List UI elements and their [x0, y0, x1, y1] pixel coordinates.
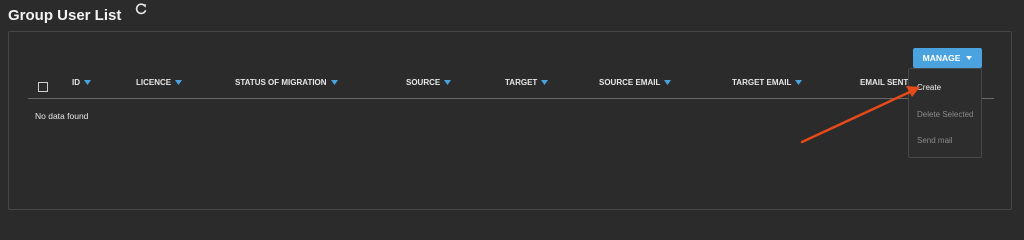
- column-header-email-sent[interactable]: EMAIL SENT: [860, 78, 908, 87]
- manage-button[interactable]: MANAGE: [913, 48, 982, 68]
- column-header-status-of-migration[interactable]: STATUS OF MIGRATION: [235, 78, 338, 87]
- column-header-label: EMAIL SENT: [860, 78, 909, 87]
- column-header-label: TARGET: [505, 78, 538, 87]
- table-header: ID LICENCE STATUS OF MIGRATION SOURCE TA…: [0, 78, 1000, 94]
- filter-funnel-icon[interactable]: [664, 80, 672, 85]
- column-header-source[interactable]: SOURCE: [406, 78, 452, 87]
- menu-item-delete-selected[interactable]: Delete Selected: [917, 110, 973, 119]
- column-header-target-email[interactable]: TARGET EMAIL: [732, 78, 803, 87]
- filter-funnel-icon[interactable]: [330, 80, 338, 85]
- column-header-label: ID: [72, 78, 80, 87]
- column-header-label: STATUS OF MIGRATION: [235, 78, 327, 87]
- caret-down-icon: [966, 56, 973, 60]
- table-header-divider: [28, 98, 994, 99]
- empty-state-text: No data found: [35, 111, 89, 121]
- menu-item-create[interactable]: Create: [917, 83, 941, 92]
- filter-funnel-icon[interactable]: [795, 80, 803, 85]
- filter-funnel-icon[interactable]: [84, 80, 91, 85]
- column-header-source-email[interactable]: SOURCE EMAIL: [599, 78, 672, 87]
- page-title: Group User List: [8, 6, 122, 24]
- column-header-label: LICENCE: [136, 78, 172, 87]
- manage-dropdown-menu: Create Delete Selected Send mail: [908, 68, 982, 158]
- filter-funnel-icon[interactable]: [444, 80, 452, 85]
- column-header-label: SOURCE EMAIL: [599, 78, 661, 87]
- filter-funnel-icon[interactable]: [541, 80, 549, 85]
- column-header-licence[interactable]: LICENCE: [136, 78, 183, 87]
- page-header: Group User List: [8, 4, 121, 26]
- manage-button-label: MANAGE: [922, 53, 961, 63]
- refresh-icon[interactable]: [134, 2, 154, 22]
- group-user-table-panel: [8, 31, 1012, 210]
- column-header-label: TARGET EMAIL: [732, 78, 792, 87]
- filter-funnel-icon[interactable]: [175, 80, 183, 85]
- menu-item-send-mail[interactable]: Send mail: [917, 136, 953, 145]
- column-header-label: SOURCE: [406, 78, 441, 87]
- column-header-id[interactable]: ID: [72, 78, 91, 87]
- column-header-target[interactable]: TARGET: [505, 78, 549, 87]
